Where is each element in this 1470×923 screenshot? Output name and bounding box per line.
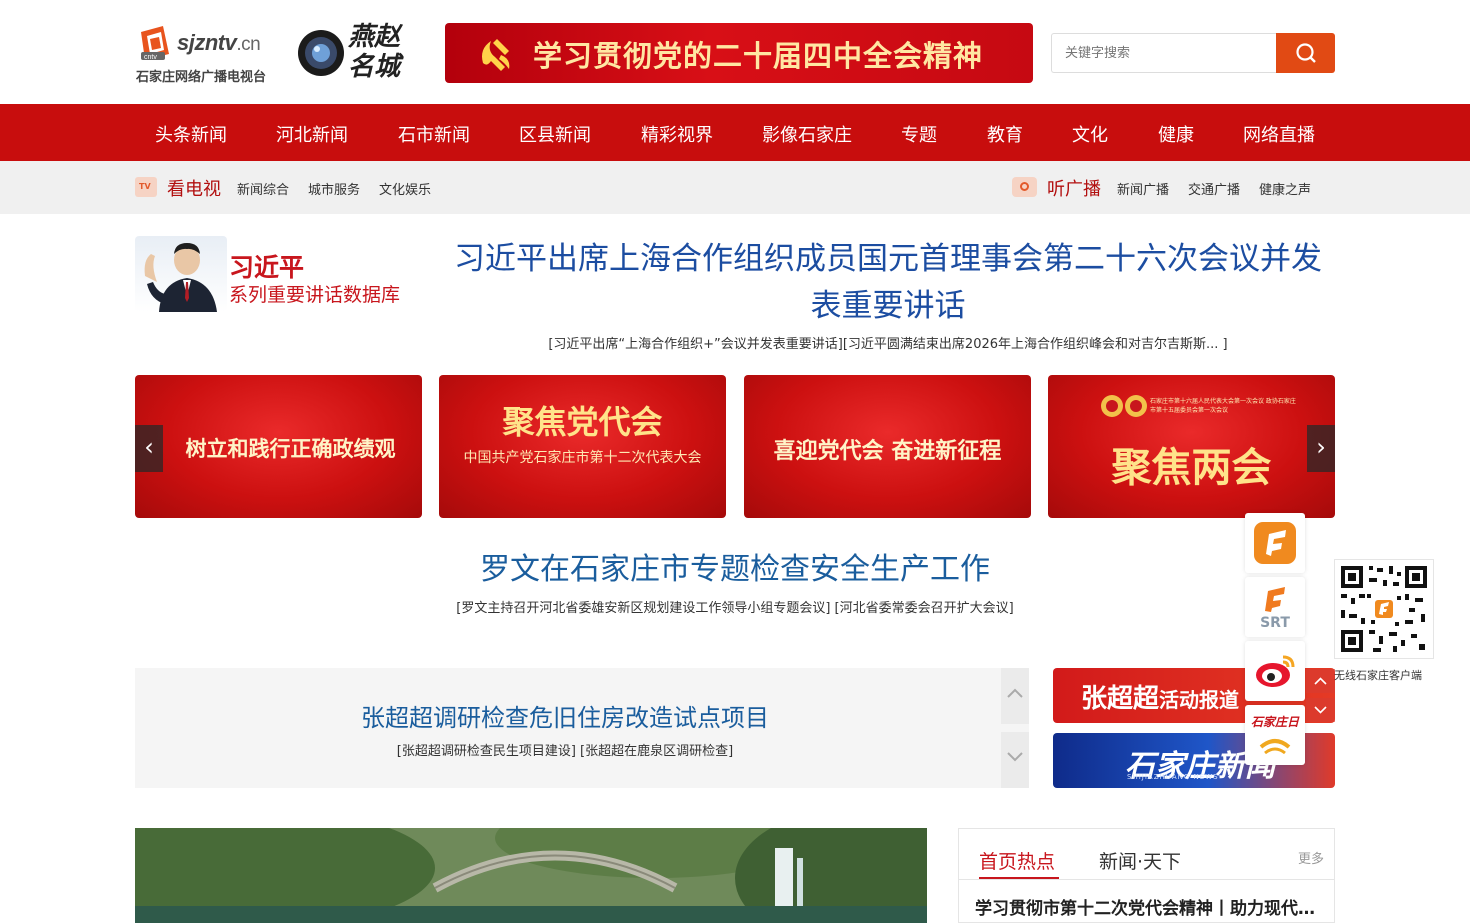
scroll-news-headline[interactable]: 张超超调研检查危旧住房改造试点项目: [135, 698, 995, 733]
topic-carousel: 树立和践行正确政绩观 聚焦党代会 中国共产党石家庄市第十二次代表大会 喜迎党代会…: [135, 375, 1335, 518]
qr-code-icon: [1335, 560, 1433, 658]
city-logo[interactable]: 燕赵名城: [296, 22, 418, 84]
nav-item-highlights[interactable]: 精彩视界: [641, 121, 713, 147]
slide-subtitle: 中国共产党石家庄市第十二次代表大会: [463, 450, 702, 466]
slide-title: 喜迎党代会 奋进新征程: [773, 438, 1002, 464]
hot-news-panel: 首页热点 新闻·天下 更多 学习贯彻市第十二次党代会精神丨助力现代化...: [958, 828, 1335, 923]
header: cntv sjzntv.cn 石家庄网络广播电视台 燕赵名城 学习贯彻党的二十届…: [0, 0, 1470, 104]
page: cntv sjzntv.cn 石家庄网络广播电视台 燕赵名城 学习贯彻党的二十届…: [0, 0, 1470, 923]
search-button[interactable]: [1276, 33, 1335, 73]
nav-item-live[interactable]: 网络直播: [1243, 121, 1315, 147]
more-link[interactable]: 更多: [1298, 848, 1324, 867]
scroll-up-button[interactable]: [1001, 668, 1029, 724]
carousel-slide[interactable]: 石家庄市第十六届人民代表大会第一次会议 政协石家庄市第十五届委员会第一次会议 聚…: [1048, 375, 1335, 518]
weibo-button[interactable]: [1245, 641, 1305, 701]
lens-emblem-icon: [298, 30, 344, 76]
logo-mark-icon: cntv: [141, 26, 169, 61]
nav-item-education[interactable]: 教育: [987, 121, 1023, 147]
radio-icon: [1012, 177, 1037, 197]
scroll-news-box: 张超超调研检查危旧住房改造试点项目 [张超超调研检查民生项目建设] [张超超在鹿…: [135, 668, 1029, 788]
qr-code: [1334, 559, 1434, 659]
sub-bar: TV 看电视 新闻综合 城市服务 文化娱乐 听广播 新闻广播 交通广播 健康之声: [0, 161, 1470, 214]
main-nav: 头条新闻 河北新闻 石市新闻 区县新闻 精彩视界 影像石家庄 专题 教育 文化 …: [0, 104, 1470, 161]
carousel-prev-button[interactable]: ‹: [135, 425, 163, 472]
chevron-up-icon: [1007, 688, 1023, 698]
leader-photo: [135, 236, 227, 312]
tab-homepage-hot[interactable]: 首页热点: [979, 847, 1055, 874]
nav-item-county-news[interactable]: 区县新闻: [519, 121, 591, 147]
carousel-slide[interactable]: 喜迎党代会 奋进新征程: [744, 375, 1031, 518]
city-logo-text: 燕赵名城: [348, 22, 401, 82]
chevron-down-icon: [1314, 706, 1327, 714]
hot-news-item[interactable]: 学习贯彻市第十二次党代会精神丨助力现代化...: [975, 894, 1320, 919]
nav-item-topics[interactable]: 专题: [901, 121, 937, 147]
side-scroll-down-button[interactable]: [1306, 698, 1335, 722]
chevron-up-icon: [1314, 677, 1327, 685]
logo-subtitle: 石家庄网络广播电视台: [136, 70, 267, 85]
site-logo[interactable]: cntv sjzntv.cn 石家庄网络广播电视台: [135, 22, 285, 86]
speech-database-banner[interactable]: 习近平 系列重要讲话数据库: [135, 236, 420, 314]
nav-item-health[interactable]: 健康: [1158, 121, 1194, 147]
side-scroll-up-button[interactable]: [1306, 669, 1335, 693]
search-box: [1051, 33, 1335, 73]
second-headline[interactable]: 罗文在石家庄市专题检查安全生产工作: [135, 544, 1335, 588]
srt-label: SRT: [1260, 615, 1290, 631]
logo-domain: sjzntv.cn: [177, 30, 261, 55]
app-icon-sjz[interactable]: [1245, 513, 1305, 573]
theme-banner[interactable]: 学习贯彻党的二十届四中全会精神: [445, 23, 1033, 83]
carousel-next-button[interactable]: ›: [1307, 425, 1335, 472]
slide-subtitle: 石家庄市第十六届人民代表大会第一次会议 政协石家庄市第十五届委员会第一次会议: [1150, 398, 1296, 414]
top-headline-related[interactable]: [习近平出席“上海合作组织+”会议并发表重要讲话][习近平圆满结束出席2026年…: [440, 333, 1336, 352]
activity-report-text: 张超超活动报道: [1081, 684, 1240, 714]
daily-app-label: 石家庄日: [1251, 715, 1300, 729]
scroll-news-related[interactable]: [张超超调研检查民生项目建设] [张超超在鹿泉区调研检查]: [135, 740, 995, 759]
carousel-slide[interactable]: 树立和践行正确政绩观: [135, 375, 422, 518]
chevron-down-icon: [1007, 752, 1023, 762]
srt-logo-icon: [1265, 587, 1285, 612]
slide-title: 聚焦两会: [1111, 444, 1272, 491]
carousel-slide[interactable]: 聚焦党代会 中国共产党石家庄市第十二次代表大会: [439, 375, 726, 518]
nav-item-city-news[interactable]: 石市新闻: [398, 121, 470, 147]
slide-title: 树立和践行正确政绩观: [185, 436, 396, 461]
scroll-down-button[interactable]: [1001, 732, 1029, 788]
nav-item-images[interactable]: 影像石家庄: [762, 121, 852, 147]
tv-icon: TV: [135, 177, 157, 197]
search-input[interactable]: [1051, 33, 1277, 73]
sjz-news-subtitle: SHIJIAZHUANG NEWS: [1127, 773, 1219, 781]
radio-link-traffic[interactable]: 交通广播: [1188, 179, 1240, 198]
tv-link-city[interactable]: 城市服务: [308, 179, 360, 198]
divider: [959, 879, 1334, 880]
qr-code-label: 无线石家庄客户端: [1334, 669, 1422, 682]
radio-link-news[interactable]: 新闻广播: [1117, 179, 1169, 198]
weibo-icon: [1256, 655, 1295, 687]
tv-link-culture[interactable]: 文化娱乐: [379, 179, 431, 198]
orange-app-icon: [1254, 522, 1296, 564]
top-headline[interactable]: 习近平出席上海合作组织成员国元首理事会第二十六次会议并发表重要讲话: [440, 236, 1336, 330]
radio-link-health[interactable]: 健康之声: [1259, 179, 1311, 198]
radio-title[interactable]: 听广播: [1047, 175, 1101, 201]
tv-link-news[interactable]: 新闻综合: [237, 179, 289, 198]
nav-item-culture[interactable]: 文化: [1072, 121, 1108, 147]
logo-badge: cntv: [144, 54, 157, 61]
theme-banner-text: 学习贯彻党的二十届四中全会精神: [533, 39, 984, 73]
speech-database-label: 系列重要讲话数据库: [229, 284, 401, 306]
party-emblem-icon: [482, 39, 510, 71]
app-icon-srt[interactable]: SRT: [1245, 577, 1305, 637]
second-headline-related[interactable]: [罗文主持召开河北省委雄安新区规划建设工作领导小组专题会议] [河北省委常委会召…: [135, 597, 1335, 616]
leader-name: 习近平: [229, 253, 305, 282]
nav-item-headlines[interactable]: 头条新闻: [155, 121, 227, 147]
slide-title: 聚焦党代会: [502, 403, 663, 441]
tv-title[interactable]: 看电视: [167, 175, 221, 201]
feature-photo[interactable]: [135, 828, 927, 923]
app-icon-sjz-daily[interactable]: 石家庄日: [1245, 705, 1305, 765]
nav-item-hebei-news[interactable]: 河北新闻: [276, 121, 348, 147]
search-icon: [1296, 43, 1316, 63]
tab-world-news[interactable]: 新闻·天下: [1099, 847, 1181, 874]
